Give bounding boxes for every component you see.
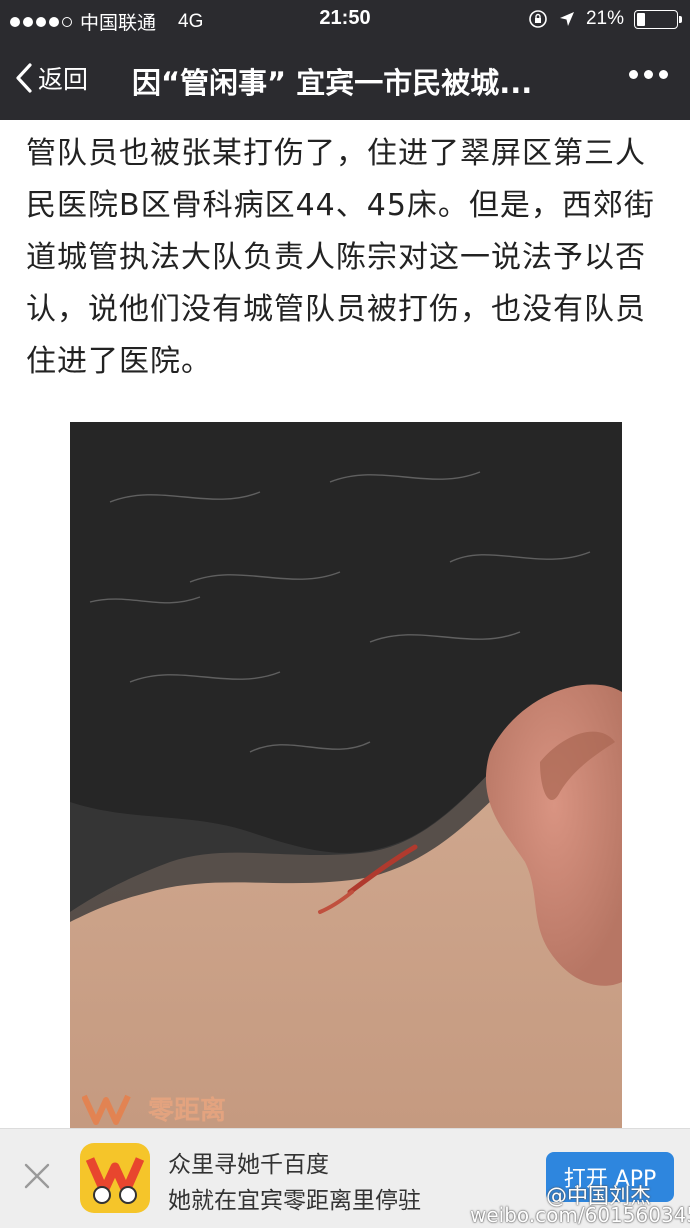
ad-description: 她就在宜宾零距离里停驻 — [168, 1188, 421, 1214]
photo-illustration — [70, 422, 622, 1128]
watermark-logo: 零距离 — [82, 1090, 226, 1127]
chevron-left-icon — [16, 63, 32, 93]
back-button[interactable]: 返回 — [14, 60, 88, 96]
app-logo — [80, 1143, 150, 1213]
close-icon[interactable] — [22, 1161, 52, 1191]
nav-bar: 返回 因“管闲事” 宜宾一市民被城... — [0, 40, 690, 120]
watermark-text: 零距离 — [148, 1096, 227, 1126]
orientation-lock-icon — [529, 10, 547, 28]
battery-icon — [634, 9, 682, 29]
status-bar: 中国联通 4G 21:50 21% — [0, 0, 690, 40]
more-options-button[interactable] — [629, 70, 668, 79]
watermark-emblem-icon — [82, 1094, 131, 1125]
weibo-url-watermark: weibo.com/6015603456 — [470, 1203, 690, 1227]
article-photo[interactable]: 零距离 — [70, 422, 622, 1128]
page-title: 因“管闲事” 宜宾一市民被城... — [132, 66, 533, 100]
battery-percent: 21% — [585, 8, 624, 29]
app-logo-icon — [85, 1157, 145, 1204]
article-paragraph: 管队员也被张某打伤了，住进了翠屏区第三人民医院B区骨科病区44、45床。但是，西… — [26, 136, 655, 379]
status-right: 21% — [528, 8, 682, 30]
ad-title: 众里寻她千百度 — [168, 1152, 329, 1178]
back-label: 返回 — [38, 65, 89, 94]
location-arrow-icon — [559, 12, 574, 26]
